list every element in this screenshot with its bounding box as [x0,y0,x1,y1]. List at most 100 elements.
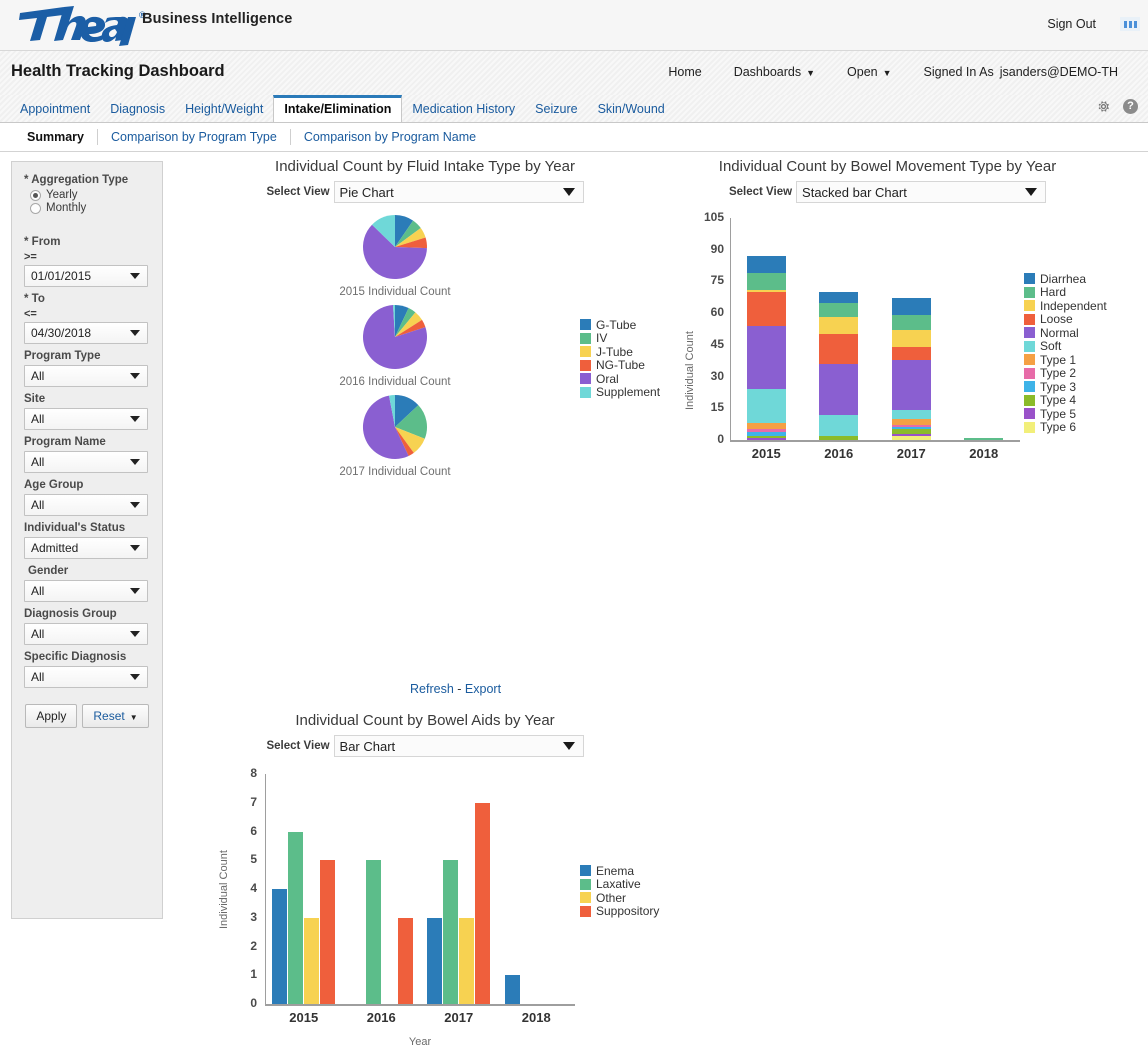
from-date-select[interactable]: 01/01/2015 [24,265,148,287]
stacked-bar-segment[interactable] [891,433,931,436]
stacked-bar-segment[interactable] [746,429,786,432]
legend-item: Type 1 [1024,353,1107,367]
stacked-bar-segment[interactable] [819,334,859,364]
bar[interactable] [272,889,288,1004]
diagnosis-group-select[interactable]: All [24,623,148,645]
bar[interactable] [320,860,336,1004]
therap-logo[interactable]: ® [18,4,146,46]
bar[interactable] [504,975,520,1004]
bar[interactable] [459,917,475,1004]
legend-swatch [1024,313,1035,325]
stacked-bar-segment[interactable] [819,292,859,303]
bar[interactable] [397,917,413,1004]
legend-swatch [580,865,591,877]
stacked-bar-segment[interactable] [819,414,859,436]
gender-select[interactable]: All [24,580,148,602]
tab-appointment[interactable]: Appointment [10,95,100,122]
stacked-bar-segment[interactable] [891,330,931,347]
nav-home[interactable]: Home [652,65,717,79]
nav-dashboards[interactable]: Dashboards ▼ [718,65,831,79]
help-icon[interactable]: ? [1123,99,1138,114]
bar[interactable] [443,860,459,1004]
bar[interactable] [288,831,304,1004]
stacked-bar-segment[interactable] [746,435,786,438]
bowel-aids-view-value: Bar Chart [339,738,396,754]
legend-label: Other [596,890,627,905]
stacked-bar-segment[interactable] [746,292,786,326]
refresh-link[interactable]: Refresh [410,682,454,696]
legend-label: Type 3 [1040,379,1077,394]
stacked-bar-segment[interactable] [746,289,786,292]
bar[interactable] [365,860,381,1004]
specific-diagnosis-select[interactable]: All [24,666,148,688]
reset-button[interactable]: Reset ▼ [82,704,149,728]
legend-label: Type 5 [1040,406,1077,421]
legend-swatch [1024,354,1035,366]
to-date-select[interactable]: 04/30/2018 [24,322,148,344]
stacked-bar-segment[interactable] [746,256,786,273]
stacked-bar-segment[interactable] [891,359,931,411]
x-axis-tick: 2017 [896,446,926,461]
stacked-bar-segment[interactable] [819,435,859,440]
site-select[interactable]: All [24,408,148,430]
stacked-bar-segment[interactable] [819,317,859,335]
program-name-select[interactable]: All [24,451,148,473]
age-group-select[interactable]: All [24,494,148,516]
stacked-bar-segment[interactable] [891,418,931,426]
bar[interactable] [475,802,491,1004]
legend-item: IV [580,331,660,345]
apply-button[interactable]: Apply [25,704,78,728]
legend-label: Soft [1040,339,1062,354]
stacked-bar-segment[interactable] [891,298,931,316]
stacked-bar-segment[interactable] [746,423,786,430]
subtab-comparison-program-type[interactable]: Comparison by Program Type [98,130,290,144]
stacked-bar-segment[interactable] [819,302,859,318]
bar[interactable] [304,917,320,1004]
radio-monthly[interactable]: Monthly [30,202,150,214]
stacked-bar-segment[interactable] [746,272,786,290]
stacked-bar-segment[interactable] [964,437,1004,440]
y-axis-tick: 7 [250,794,257,809]
tab-seizure[interactable]: Seizure [525,95,587,122]
stacked-bar-segment[interactable] [891,427,931,430]
stacked-bar-segment[interactable] [891,435,931,440]
stacked-bar-segment[interactable] [891,429,931,434]
stacked-bar-segment[interactable] [819,363,859,415]
apps-grid-icon[interactable] [1120,17,1140,31]
sign-out-link[interactable]: Sign Out [1047,17,1096,31]
stacked-bar-segment[interactable] [746,325,786,390]
stacked-bar-segment[interactable] [891,425,931,428]
subtab-comparison-program-name[interactable]: Comparison by Program Name [291,130,489,144]
radio-yearly[interactable]: Yearly [30,189,150,201]
export-link[interactable]: Export [465,682,501,696]
tab-medication-history[interactable]: Medication History [402,95,525,122]
fluid-intake-view-select[interactable]: Pie Chart [333,181,584,203]
stacked-bar-segment[interactable] [746,389,786,424]
legend-label: Loose [1040,312,1073,327]
stacked-bar-segment[interactable] [891,315,931,331]
tab-diagnosis[interactable]: Diagnosis [100,95,175,122]
bowel-movement-view-select[interactable]: Stacked bar Chart [796,181,1047,203]
nav-open[interactable]: Open ▼ [831,65,908,79]
program-type-select[interactable]: All [24,365,148,387]
bowel-aids-view-select[interactable]: Bar Chart [333,735,584,757]
stacked-bar-segment[interactable] [746,437,786,440]
signed-in-user[interactable]: jsanders@DEMO-TH [1000,65,1136,79]
tab-height-weight[interactable]: Height/Weight [175,95,273,122]
radio-yearly-control[interactable] [30,189,41,201]
gear-icon[interactable] [1096,99,1111,114]
bowel-aids-chart-panel: Individual Count by Bowel Aids by Year S… [190,712,660,1052]
stacked-bar-segment[interactable] [746,431,786,436]
x-axis-tick: 2018 [521,1010,551,1025]
tab-intake-elimination[interactable]: Intake/Elimination [273,95,403,122]
radio-monthly-control[interactable] [30,202,41,214]
y-axis-line [730,218,731,440]
stacked-bar-segment[interactable] [891,410,931,419]
chevron-down-icon [130,416,140,422]
tab-skin-wound[interactable]: Skin/Wound [588,95,675,122]
stacked-bar-segment[interactable] [891,346,931,360]
individuals-status-select[interactable]: Admitted [24,537,148,559]
x-axis-tick: 2016 [824,446,854,461]
bar[interactable] [427,917,443,1004]
subtab-summary[interactable]: Summary [14,130,97,144]
